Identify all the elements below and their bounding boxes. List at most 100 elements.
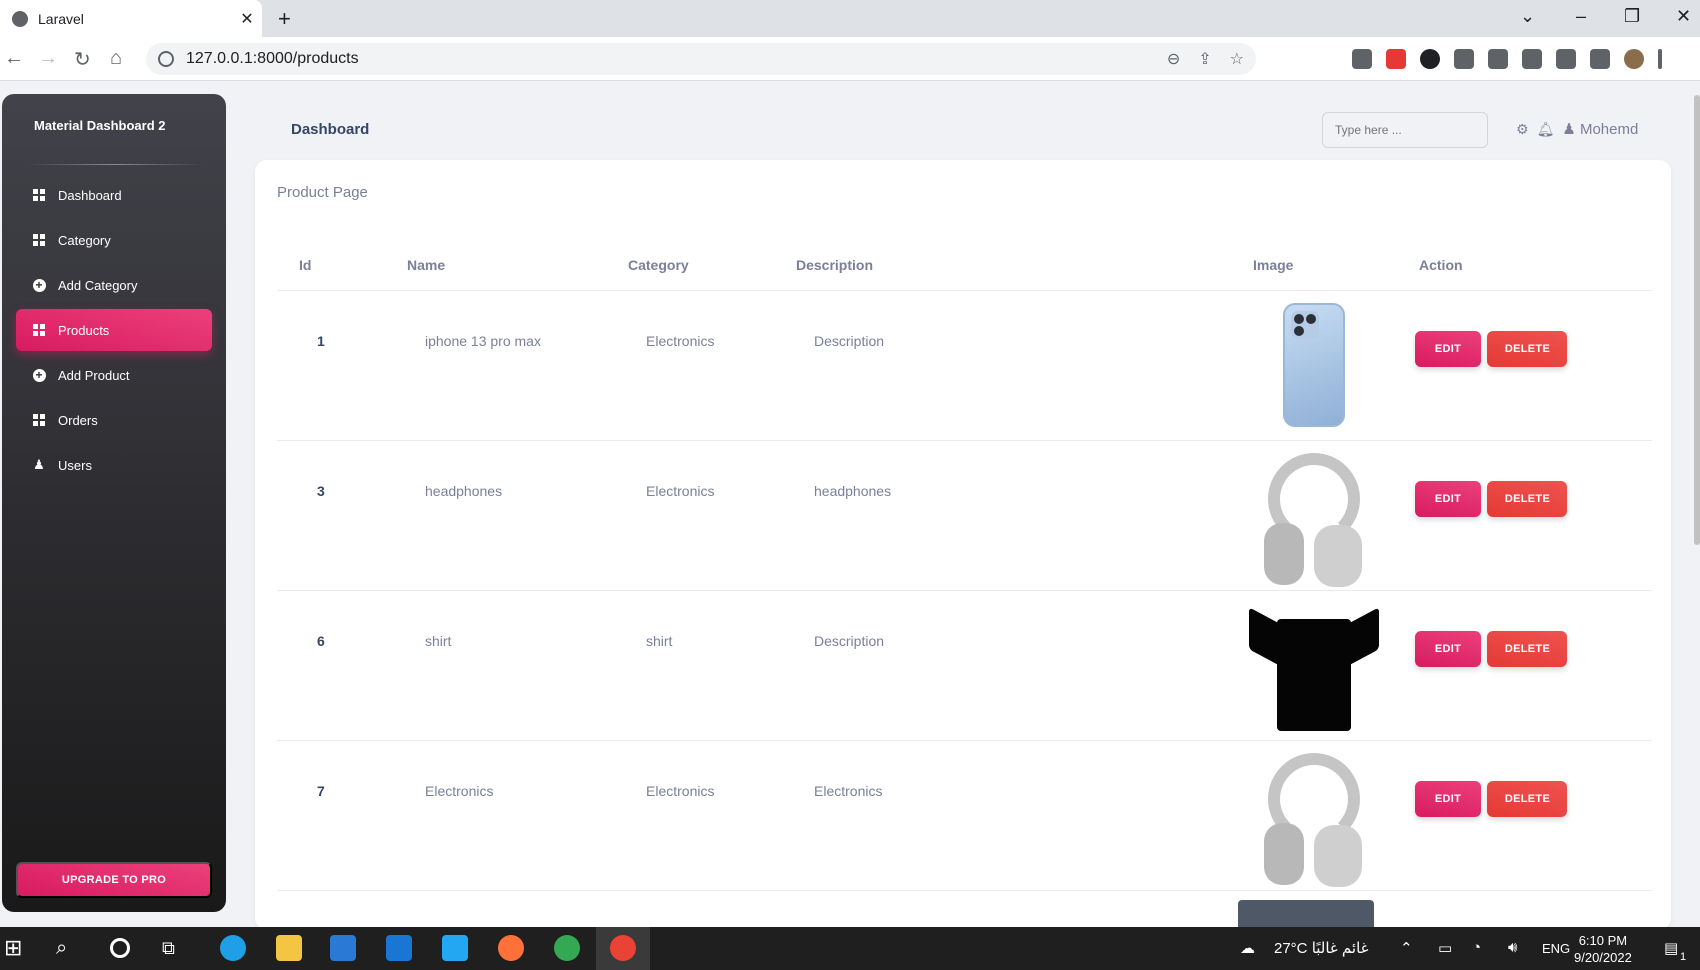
edit-button[interactable]: EDIT bbox=[1415, 480, 1481, 517]
divider bbox=[26, 164, 202, 165]
tab-title: Laravel bbox=[38, 10, 84, 27]
delete-button[interactable]: DELETE bbox=[1486, 330, 1567, 367]
edit-button[interactable]: EDIT bbox=[1415, 330, 1481, 367]
sidebar-item-add-product[interactable]: + Add Product bbox=[16, 354, 212, 396]
chrome-active-icon[interactable] bbox=[610, 935, 636, 961]
close-tab-icon[interactable]: ✕ bbox=[232, 9, 262, 29]
cell-actions: EDIT DELETE bbox=[1397, 440, 1652, 591]
profile-avatar[interactable] bbox=[1624, 49, 1644, 69]
chrome-icon[interactable] bbox=[554, 935, 580, 961]
column-header-image: Image bbox=[1231, 240, 1397, 291]
edit-button[interactable]: EDIT bbox=[1415, 780, 1481, 817]
search-input[interactable] bbox=[1322, 112, 1488, 148]
task-view-icon[interactable]: ⧉ bbox=[162, 935, 188, 961]
table-header-row: Id Name Category Description Image Actio… bbox=[277, 240, 1652, 291]
extension-icon[interactable] bbox=[1352, 49, 1372, 69]
menu-dots-icon[interactable] bbox=[1658, 49, 1662, 69]
side-panel-icon[interactable] bbox=[1590, 49, 1610, 69]
cortana-icon[interactable] bbox=[110, 938, 130, 958]
cell-actions: EDIT DELETE bbox=[1397, 290, 1652, 441]
tab-search-icon[interactable]: ⌄ bbox=[1520, 6, 1535, 27]
cell-id: 7 bbox=[277, 740, 385, 891]
share-icon[interactable]: ⇪ bbox=[1198, 49, 1211, 69]
sidebar-item-dashboard[interactable]: Dashboard bbox=[16, 174, 212, 216]
minimize-icon[interactable]: – bbox=[1576, 6, 1586, 27]
volume-icon[interactable]: 🔊︎ bbox=[1508, 939, 1517, 956]
url-field[interactable]: 127.0.0.1:8000/products ⊖ ⇪ ☆ bbox=[146, 43, 1256, 75]
browser-tab[interactable]: Laravel ✕ bbox=[0, 0, 262, 37]
cell-image bbox=[1231, 590, 1397, 741]
zoom-icon[interactable]: ⊖ bbox=[1167, 49, 1180, 69]
notifications-icon[interactable]: ▤ bbox=[1664, 939, 1678, 957]
home-icon[interactable]: ⌂ bbox=[110, 47, 122, 70]
dashboard-icon bbox=[32, 188, 46, 202]
reload-icon[interactable]: ↻ bbox=[74, 47, 91, 72]
brand-title[interactable]: Material Dashboard 2 bbox=[34, 118, 166, 133]
close-window-icon[interactable]: ✕ bbox=[1676, 6, 1691, 27]
cell-description: Electronics bbox=[774, 740, 1231, 891]
sidebar: Material Dashboard 2 Dashboard Category … bbox=[2, 94, 226, 912]
clock-time: 6:10 PM bbox=[1578, 933, 1628, 948]
extension-icon[interactable] bbox=[1386, 49, 1406, 69]
sidebar-item-orders[interactable]: Orders bbox=[16, 399, 212, 441]
battery-icon[interactable]: ▭ bbox=[1438, 939, 1452, 957]
upgrade-button[interactable]: UPGRADE TO PRO bbox=[16, 862, 212, 898]
search-icon[interactable]: ⌕ bbox=[56, 935, 82, 961]
sidebar-item-add-category[interactable]: + Add Category bbox=[16, 264, 212, 306]
globe-icon bbox=[12, 10, 28, 27]
bookmark-star-icon[interactable]: ☆ bbox=[1230, 49, 1244, 69]
bell-icon[interactable]: 🔔︎ bbox=[1537, 121, 1555, 138]
table-grid-icon bbox=[32, 323, 46, 337]
cell-description: headphones bbox=[774, 440, 1231, 591]
restore-icon[interactable]: ❐ bbox=[1624, 6, 1640, 27]
cell-category: Electronics bbox=[606, 740, 774, 891]
puzzle-icon[interactable] bbox=[1522, 49, 1542, 69]
weather-text[interactable]: 27°C غائم غالبًا bbox=[1274, 939, 1369, 957]
edge-icon[interactable] bbox=[220, 935, 246, 961]
windows-start-icon[interactable]: ⊞ bbox=[4, 936, 30, 962]
store-icon[interactable] bbox=[330, 935, 356, 961]
page-scrollbar[interactable] bbox=[1694, 95, 1700, 545]
firefox-icon[interactable] bbox=[498, 935, 524, 961]
tray-expand-icon[interactable]: ⌃ bbox=[1400, 939, 1413, 957]
taskbar: ⊞ ⌕ ⧉ ☁ 27°C غائم غالبًا ⌃ ▭ ◔ 🔊︎ ENG 6:… bbox=[0, 927, 1700, 970]
cell-image bbox=[1231, 440, 1397, 591]
forward-icon[interactable]: → bbox=[38, 47, 58, 70]
cell-image bbox=[1231, 740, 1397, 891]
language-indicator[interactable]: ENG bbox=[1542, 941, 1570, 956]
sidebar-item-products[interactable]: Products bbox=[16, 309, 212, 351]
delete-button[interactable]: DELETE bbox=[1486, 480, 1567, 517]
delete-button[interactable]: DELETE bbox=[1486, 630, 1567, 667]
extension-icon[interactable] bbox=[1454, 49, 1474, 69]
user-name: Mohemd bbox=[1579, 121, 1639, 138]
table-row: 3 headphones Electronics headphones EDIT… bbox=[277, 440, 1652, 591]
table-row: 1 iphone 13 pro max Electronics Descript… bbox=[277, 290, 1652, 441]
column-header-action: Action bbox=[1397, 240, 1652, 291]
weather-icon[interactable]: ☁ bbox=[1240, 939, 1255, 957]
back-icon[interactable]: ← bbox=[4, 47, 24, 70]
sidebar-item-category[interactable]: Category bbox=[16, 219, 212, 261]
file-explorer-icon[interactable] bbox=[276, 935, 302, 961]
sidebar-item-label: Dashboard bbox=[58, 187, 122, 203]
mail-icon[interactable] bbox=[386, 935, 412, 961]
cell-name: shirt bbox=[385, 590, 606, 741]
cell-category: Electronics bbox=[606, 290, 774, 441]
table-grid-icon bbox=[32, 413, 46, 427]
column-header-description: Description bbox=[774, 240, 1231, 291]
edit-button[interactable]: EDIT bbox=[1415, 630, 1481, 667]
user-menu[interactable]: ♟ Mohemd bbox=[1562, 120, 1638, 138]
clock[interactable]: 6:10 PM 9/20/2022 bbox=[1574, 932, 1632, 966]
extension-icon[interactable] bbox=[1488, 49, 1508, 69]
new-tab-icon[interactable]: + bbox=[278, 6, 291, 32]
sidebar-item-users[interactable]: ♟ Users bbox=[16, 444, 212, 486]
sidebar-item-label: Category bbox=[58, 232, 111, 248]
cell-id: 1 bbox=[277, 290, 385, 441]
network-icon[interactable]: ◔ bbox=[1472, 939, 1481, 956]
vscode-icon[interactable] bbox=[442, 935, 468, 961]
reading-list-icon[interactable] bbox=[1556, 49, 1576, 69]
site-info-icon[interactable] bbox=[158, 51, 174, 67]
browser-tabbar: Laravel ✕ + ⌄ – ❐ ✕ bbox=[0, 0, 1700, 37]
gear-icon[interactable]: ⚙ bbox=[1516, 121, 1529, 138]
delete-button[interactable]: DELETE bbox=[1486, 780, 1567, 817]
extension-icon[interactable] bbox=[1420, 49, 1440, 69]
